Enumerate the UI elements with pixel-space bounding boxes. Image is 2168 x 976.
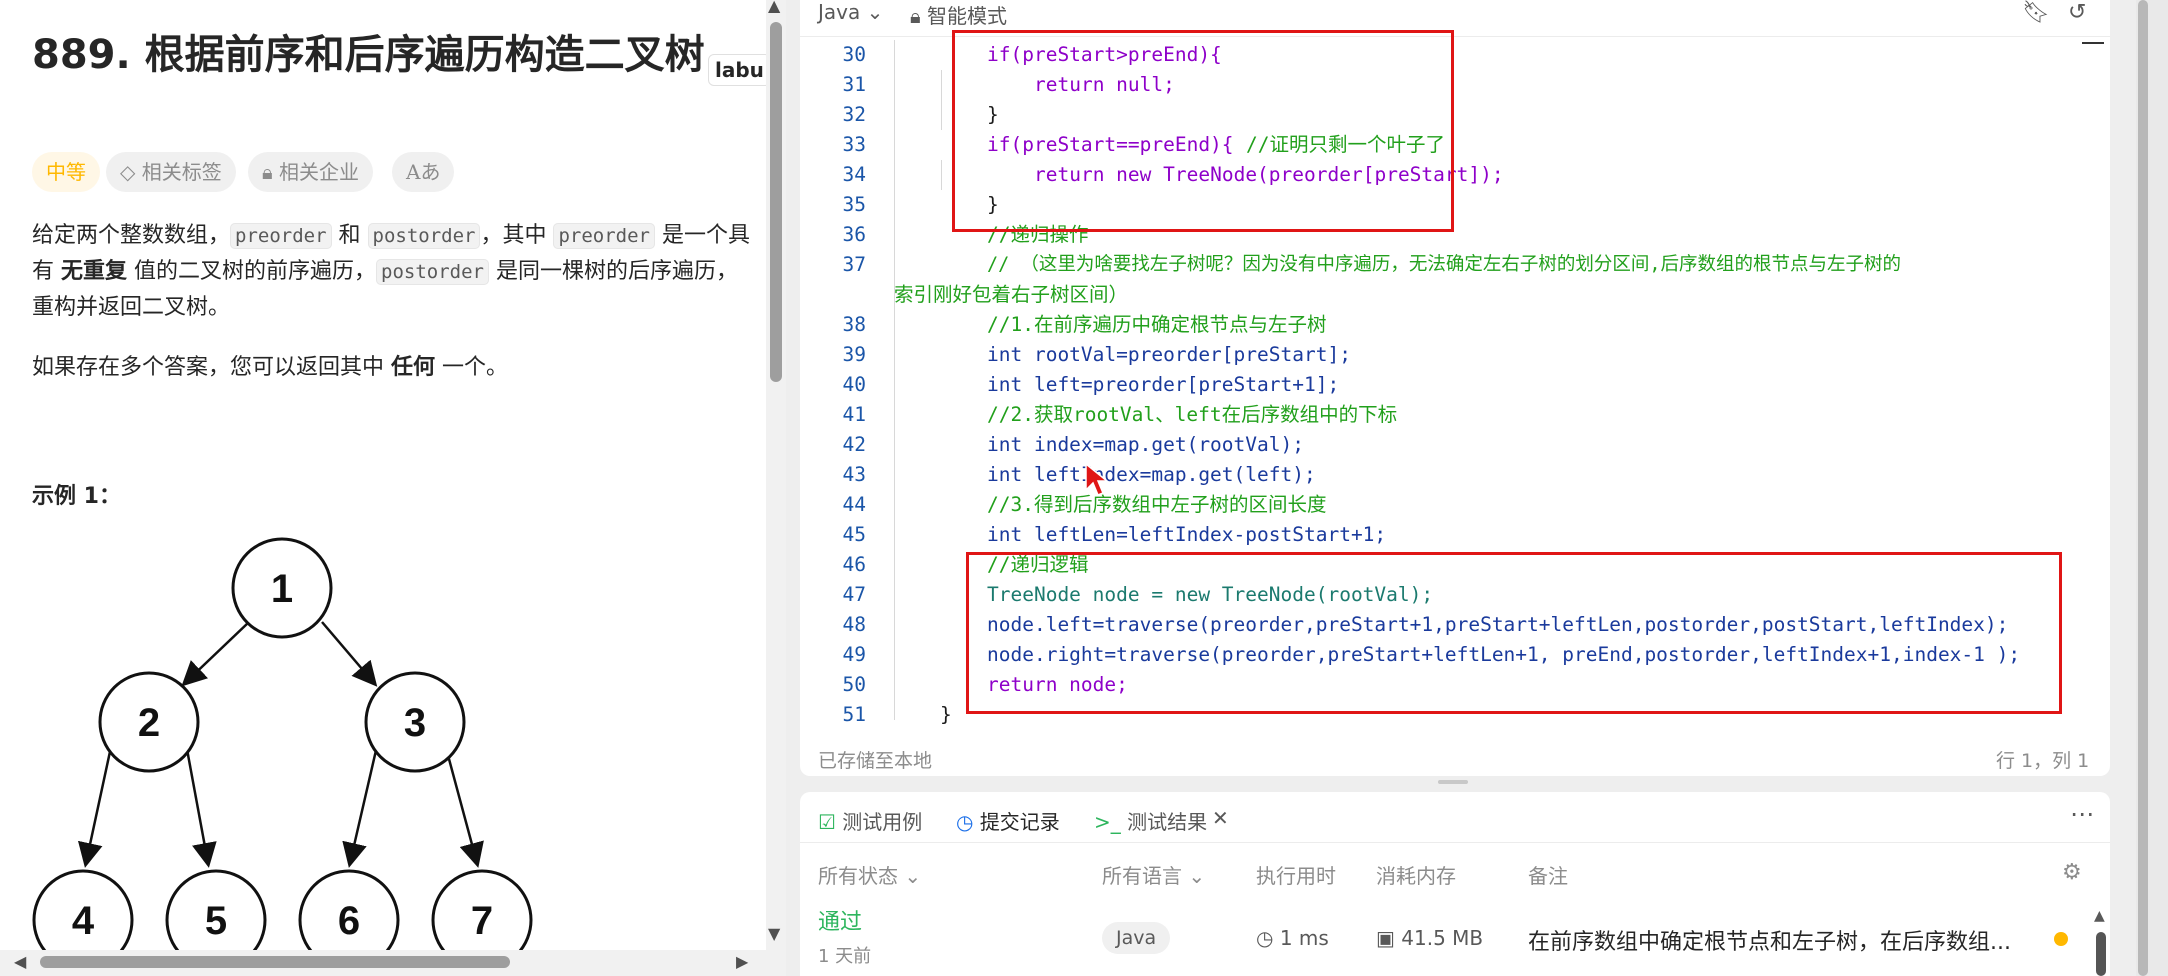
bookmark-icon[interactable]: 🔖︎ — [2022, 0, 2050, 25]
description-scrollbar-thumb[interactable] — [770, 22, 782, 382]
code-line: 44//3.得到后序数组中左子树的区间长度 — [842, 493, 1327, 516]
chevron-down-icon: ⌄ — [904, 864, 922, 888]
code-line: 39 int rootVal=preorder[preStart]; — [842, 343, 1351, 366]
code-line: 41//2.获取rootVal、left在后序数组中的下标 — [842, 403, 1398, 426]
code-line-wrap: 索引刚好包着右子树区间） — [894, 283, 1129, 306]
runtime-column-header: 执行用时 — [1256, 864, 1336, 888]
annotation-box-recursion — [966, 552, 2062, 714]
svg-text:7: 7 — [471, 899, 493, 943]
code-line: 37// （这里为啥要找左子树呢？因为没有中序遍历，无法确定左右子树的划分区间,… — [842, 253, 1902, 276]
chevron-down-icon: ⌄ — [866, 0, 884, 24]
history-icon: ◷ — [956, 810, 980, 834]
memory-column-header: 消耗内存 — [1376, 864, 1456, 888]
tab-testcase[interactable]: ☑ 测试用例 — [818, 806, 922, 835]
tree-node-4: 4 — [32, 869, 134, 958]
tag-icon: ◇ — [120, 160, 142, 184]
chip-icon: ▣ — [1376, 926, 1402, 950]
svg-text:5: 5 — [205, 899, 227, 943]
smart-mode-toggle[interactable]: 🔒︎ 智能模式 — [910, 0, 1007, 29]
svg-text:2: 2 — [138, 701, 160, 745]
mouse-cursor-icon — [1085, 462, 1110, 496]
code-line: 45 int leftLen=leftIndex-postStart+1; — [842, 523, 1387, 546]
status-dot — [2054, 932, 2068, 946]
language-filter[interactable]: 所有语言 ⌄ — [1102, 860, 1205, 889]
tab-test-result[interactable]: >_ 测试结果 — [1094, 806, 1207, 835]
chevron-down-icon: ⌄ — [1188, 864, 1206, 888]
related-companies-button[interactable]: 🔒︎ 相关企业 — [248, 152, 373, 192]
gear-icon[interactable]: ⚙ — [2062, 860, 2082, 885]
example-tree-image: 1 2 3 4 5 6 7 — [32, 537, 533, 958]
lock-icon: 🔒︎ — [262, 160, 279, 184]
panel-resize-handle[interactable] — [1438, 780, 1468, 784]
labu-plugin-tag[interactable]: labu — [708, 54, 768, 86]
svg-text:3: 3 — [404, 701, 426, 745]
overview-ruler-mark — [2082, 42, 2104, 44]
submission-status[interactable]: 通过 — [818, 904, 862, 936]
runtime-value: ◷ 1 ms — [1256, 926, 1329, 950]
memory-value: ▣ 41.5 MB — [1376, 926, 1484, 950]
scroll-right-arrow-icon[interactable]: ▶ — [736, 952, 748, 971]
notes-column-header: 备注 — [1528, 864, 1568, 888]
description-horizontal-scrollbar-thumb[interactable] — [40, 956, 510, 968]
description-paragraph-2: 如果存在多个答案，您可以返回其中 任何 一个。 — [32, 355, 509, 380]
clock-icon: ◷ — [1256, 926, 1280, 950]
description-paragraph-1: 给定两个整数数组， preorder 和 postorder ，其中 preorde… — [32, 223, 750, 320]
tab-submissions[interactable]: ◷ 提交记录 — [956, 806, 1060, 835]
more-options-icon[interactable]: ⋯ — [2070, 800, 2094, 828]
problem-description-panel: 889. 根据前序和后序遍历构造二叉树 labu 中等 ◇ 相关标签 🔒︎ 相关… — [0, 0, 768, 976]
checkbox-icon: ☑ — [818, 810, 843, 834]
page-scrollbar-thumb[interactable] — [2138, 0, 2148, 976]
scroll-up-arrow-icon[interactable]: ▲ — [2094, 908, 2105, 924]
tree-node-2: 2 — [98, 671, 200, 773]
editor-status-bar: 已存储至本地 行 1，列 1 — [800, 742, 2110, 776]
svg-text:6: 6 — [338, 899, 360, 943]
tree-edge — [321, 621, 378, 687]
terminal-icon: >_ — [1094, 810, 1128, 834]
tree-node-6: 6 — [298, 869, 400, 958]
translate-button[interactable]: Aあ — [392, 152, 455, 192]
tree-node-3: 3 — [364, 671, 466, 773]
save-status: 已存储至本地 — [818, 750, 933, 772]
close-icon[interactable]: ✕ — [1212, 806, 1229, 830]
submission-note[interactable]: 在前序数组中确定根节点和左子树，在后序数组... — [1528, 924, 2011, 956]
status-filter[interactable]: 所有状态 ⌄ — [818, 860, 921, 889]
scroll-down-arrow-icon[interactable]: ▼ — [768, 924, 780, 943]
language-selector[interactable]: Java ⌄ — [818, 0, 883, 24]
tabs-divider — [800, 842, 2110, 843]
scroll-left-arrow-icon[interactable]: ◀ — [14, 952, 26, 971]
code-line: 43 int leftIndex=map.get(left); — [842, 463, 1316, 486]
tree-node-7: 7 — [431, 869, 533, 958]
code-line: 42 int index=map.get(rootVal); — [842, 433, 1304, 456]
scroll-up-arrow-icon[interactable]: ▲ — [768, 0, 780, 15]
related-tags-button[interactable]: ◇ 相关标签 — [106, 152, 236, 192]
problem-title: 889. 根据前序和后序遍历构造二叉树 — [32, 32, 705, 78]
submissions-scrollbar-thumb[interactable] — [2096, 932, 2106, 976]
tree-node-1: 1 — [231, 537, 333, 639]
lock-icon: 🔒︎ — [910, 4, 927, 28]
code-line: 38//1.在前序遍历中确定根节点与左子树 — [842, 313, 1327, 336]
submissions-panel: ☑ 测试用例 ◷ 提交记录 >_ 测试结果 ✕ ⋯ 所有状态 ⌄ 所有语言 ⌄ … — [800, 792, 2110, 976]
tree-edge — [181, 621, 250, 687]
code-line: 40 int left=preorder[preStart+1]; — [842, 373, 1340, 396]
tree-node-5: 5 — [165, 869, 267, 958]
reset-icon[interactable]: ↺ — [2068, 0, 2086, 25]
cursor-position: 行 1，列 1 — [1996, 750, 2090, 772]
example-title: 示例 1： — [32, 484, 121, 509]
submission-language-badge: Java — [1102, 922, 1171, 954]
annotation-box-base-case — [952, 30, 1454, 232]
svg-text:1: 1 — [271, 567, 293, 611]
code-editor-panel: Java ⌄ 🔒︎ 智能模式 🔖︎ ↺ 30 if(preStart>preEnd… — [800, 0, 2110, 776]
difficulty-badge: 中等 — [32, 152, 100, 192]
translate-icon: Aあ — [406, 160, 441, 184]
submission-time-ago: 1 天前 — [818, 946, 872, 967]
svg-text:4: 4 — [72, 899, 95, 943]
